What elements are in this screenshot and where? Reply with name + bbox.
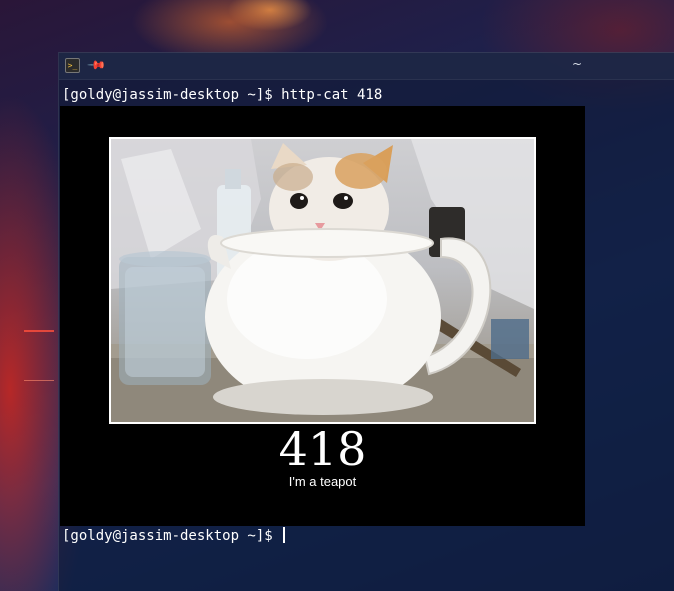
terminal-icon[interactable]: >_: [65, 58, 80, 73]
window-titlebar[interactable]: >_ 📌 ~: [59, 53, 674, 80]
prompt-text: [goldy@jassim-desktop ~]$: [62, 528, 282, 544]
pin-icon[interactable]: 📌: [86, 54, 109, 77]
command-line: [goldy@jassim-desktop ~]$ http-cat 418: [62, 87, 383, 103]
http-cat-image: 418 I'm a teapot: [60, 106, 585, 526]
status-text: I'm a teapot: [288, 474, 357, 489]
wallpaper-streak: [24, 380, 54, 381]
text-cursor: [283, 527, 286, 543]
prompt-line[interactable]: [goldy@jassim-desktop ~]$: [62, 527, 286, 544]
photo-drawing: [111, 139, 534, 422]
status-code: 418: [278, 422, 367, 476]
kitten-in-teapot-photo: [109, 137, 536, 424]
window-title: ~: [571, 57, 583, 71]
wallpaper-streak: [24, 330, 54, 332]
terminal-window[interactable]: >_ 📌 ~ [goldy@jassim-desktop ~]$ http-ca…: [58, 52, 674, 591]
